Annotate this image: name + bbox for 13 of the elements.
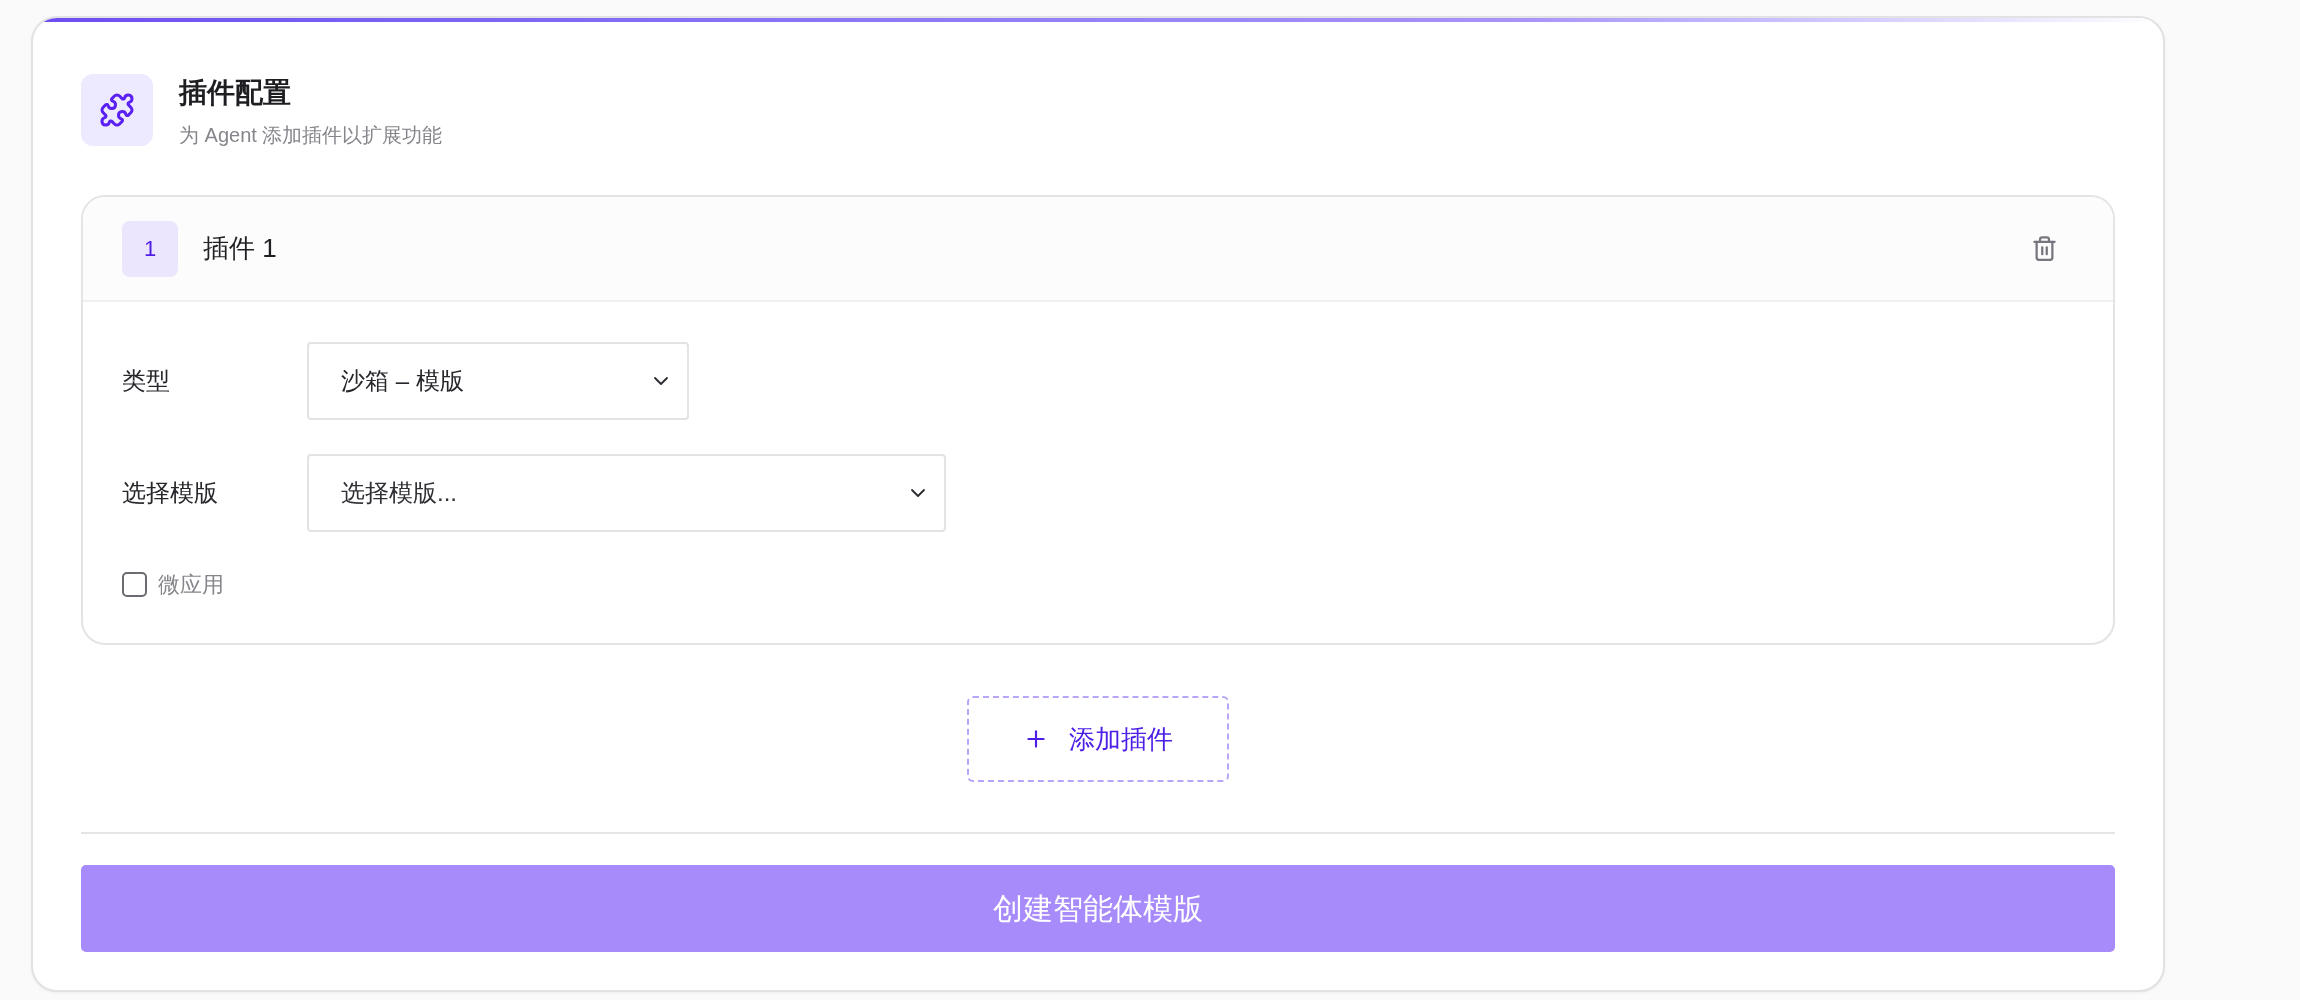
plugin-title: 插件 1	[203, 232, 277, 265]
section-title: 插件配置	[179, 76, 292, 110]
checkbox-label[interactable]: 微应用	[158, 568, 224, 601]
field-label: 选择模版	[122, 478, 219, 508]
trash-icon[interactable]	[2031, 235, 2058, 262]
dropdown-field[interactable]: 选择模版...	[307, 454, 946, 532]
puzzle-icon	[81, 74, 153, 146]
checkbox[interactable]	[122, 572, 147, 597]
section-subtitle: 为 Agent 添加插件以扩展功能	[179, 123, 443, 148]
field-label: 类型	[122, 366, 171, 396]
add-plugin-button[interactable]: 添加插件	[967, 696, 1229, 782]
plugin-number: 1	[122, 220, 178, 277]
dropdown-field[interactable]: 沙箱 – 模版	[307, 342, 689, 420]
